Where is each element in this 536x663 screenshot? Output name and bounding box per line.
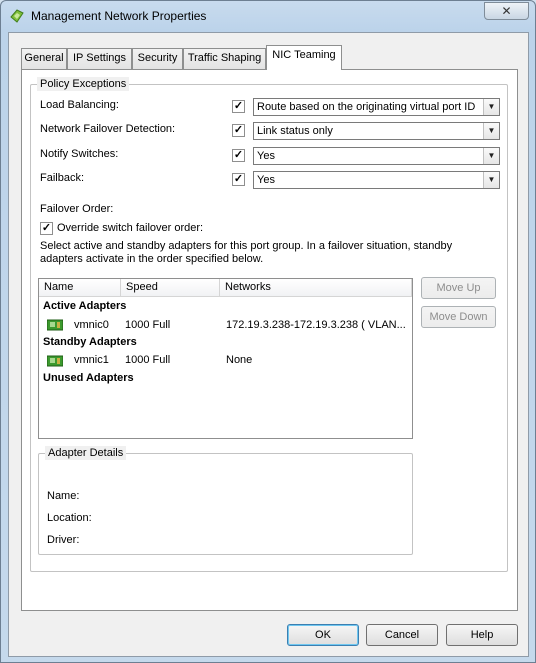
load-balancing-select[interactable]: Route based on the originating virtual p… (253, 98, 500, 116)
tab-label: NIC Teaming (272, 49, 336, 61)
close-icon: ✕ (501, 4, 512, 18)
adapter-networks: None (226, 354, 253, 366)
tab-general[interactable]: General (21, 48, 67, 69)
adapter-list[interactable]: Name Speed Networks Active Adapters vmni… (38, 278, 413, 439)
load-balancing-checkbox[interactable]: ✓ (232, 100, 245, 113)
column-header-name[interactable]: Name (39, 279, 121, 297)
dialog-window: Management Network Properties ✕ General … (0, 0, 536, 663)
network-adapter-icon (47, 319, 63, 331)
failover-detection-checkbox[interactable]: ✓ (232, 124, 245, 137)
title-bar[interactable]: Management Network Properties ✕ (1, 1, 535, 31)
select-value: Link status only (257, 125, 333, 137)
chevron-down-icon[interactable]: ▼ (483, 99, 499, 115)
network-adapter-icon (47, 355, 63, 367)
select-value: Yes (257, 174, 275, 186)
failover-detection-select[interactable]: Link status only ▼ (253, 122, 500, 140)
failover-description-line2: adapters activate in the order specified… (40, 253, 264, 265)
policy-exceptions-title: Policy Exceptions (37, 77, 130, 91)
adapter-name-label: Name: (47, 490, 80, 502)
unused-adapters-title: Unused Adapters (43, 372, 134, 384)
dialog-client-area: General IP Settings Security Traffic Sha… (8, 32, 529, 657)
override-order-checkbox[interactable]: ✓ (40, 222, 53, 235)
adapter-driver-label: Driver: (47, 534, 80, 546)
move-down-button[interactable]: Move Down (421, 306, 496, 328)
chevron-down-icon[interactable]: ▼ (483, 172, 499, 188)
notify-switches-label: Notify Switches: (40, 148, 119, 160)
active-adapters-title: Active Adapters (43, 300, 127, 312)
select-value: Route based on the originating virtual p… (257, 101, 476, 113)
adapter-name: vmnic1 (74, 354, 109, 366)
checkmark-icon: ✓ (233, 124, 244, 136)
adapter-speed: 1000 Full (125, 354, 171, 366)
ok-button[interactable]: OK (287, 624, 359, 646)
checkmark-icon: ✓ (41, 222, 52, 234)
tab-label: Traffic Shaping (187, 52, 262, 64)
adapter-location-label: Location: (47, 512, 92, 524)
checkmark-icon: ✓ (233, 149, 244, 161)
tab-label: IP Settings (73, 52, 126, 64)
close-button[interactable]: ✕ (484, 2, 529, 20)
chevron-down-icon[interactable]: ▼ (483, 148, 499, 164)
override-order-label: Override switch failover order: (57, 222, 204, 234)
tab-security[interactable]: Security (132, 48, 183, 69)
tab-ip-settings[interactable]: IP Settings (67, 48, 132, 69)
column-header-speed[interactable]: Speed (121, 279, 220, 297)
help-button[interactable]: Help (446, 624, 518, 646)
notify-switches-select[interactable]: Yes ▼ (253, 147, 500, 165)
failover-description-line1: Select active and standby adapters for t… (40, 240, 453, 252)
cancel-button[interactable]: Cancel (366, 624, 438, 646)
checkmark-icon: ✓ (233, 100, 244, 112)
tab-label: Security (137, 52, 178, 64)
load-balancing-label: Load Balancing: (40, 99, 119, 111)
select-value: Yes (257, 150, 275, 162)
adapter-speed: 1000 Full (125, 319, 171, 331)
notify-switches-checkbox[interactable]: ✓ (232, 149, 245, 162)
window-title: Management Network Properties (31, 9, 207, 23)
failback-select[interactable]: Yes ▼ (253, 171, 500, 189)
adapter-networks: 172.19.3.238-172.19.3.238 ( VLAN... (226, 319, 406, 331)
vsphere-logo-icon (10, 9, 24, 23)
tab-nic-teaming[interactable]: NIC Teaming (266, 45, 342, 70)
failover-order-label: Failover Order: (40, 203, 114, 215)
adapter-name: vmnic0 (74, 319, 109, 331)
tab-traffic-shaping[interactable]: Traffic Shaping (183, 48, 266, 69)
failback-checkbox[interactable]: ✓ (232, 173, 245, 186)
failback-label: Failback: (40, 172, 85, 184)
column-header-networks[interactable]: Networks (220, 279, 412, 297)
adapter-details-group: Adapter Details (38, 446, 413, 555)
chevron-down-icon[interactable]: ▼ (483, 123, 499, 139)
move-up-button[interactable]: Move Up (421, 277, 496, 299)
checkmark-icon: ✓ (233, 173, 244, 185)
tab-label: General (24, 52, 64, 64)
adapter-details-title: Adapter Details (45, 446, 127, 460)
standby-adapters-title: Standby Adapters (43, 336, 137, 348)
failover-detection-label: Network Failover Detection: (40, 123, 176, 135)
